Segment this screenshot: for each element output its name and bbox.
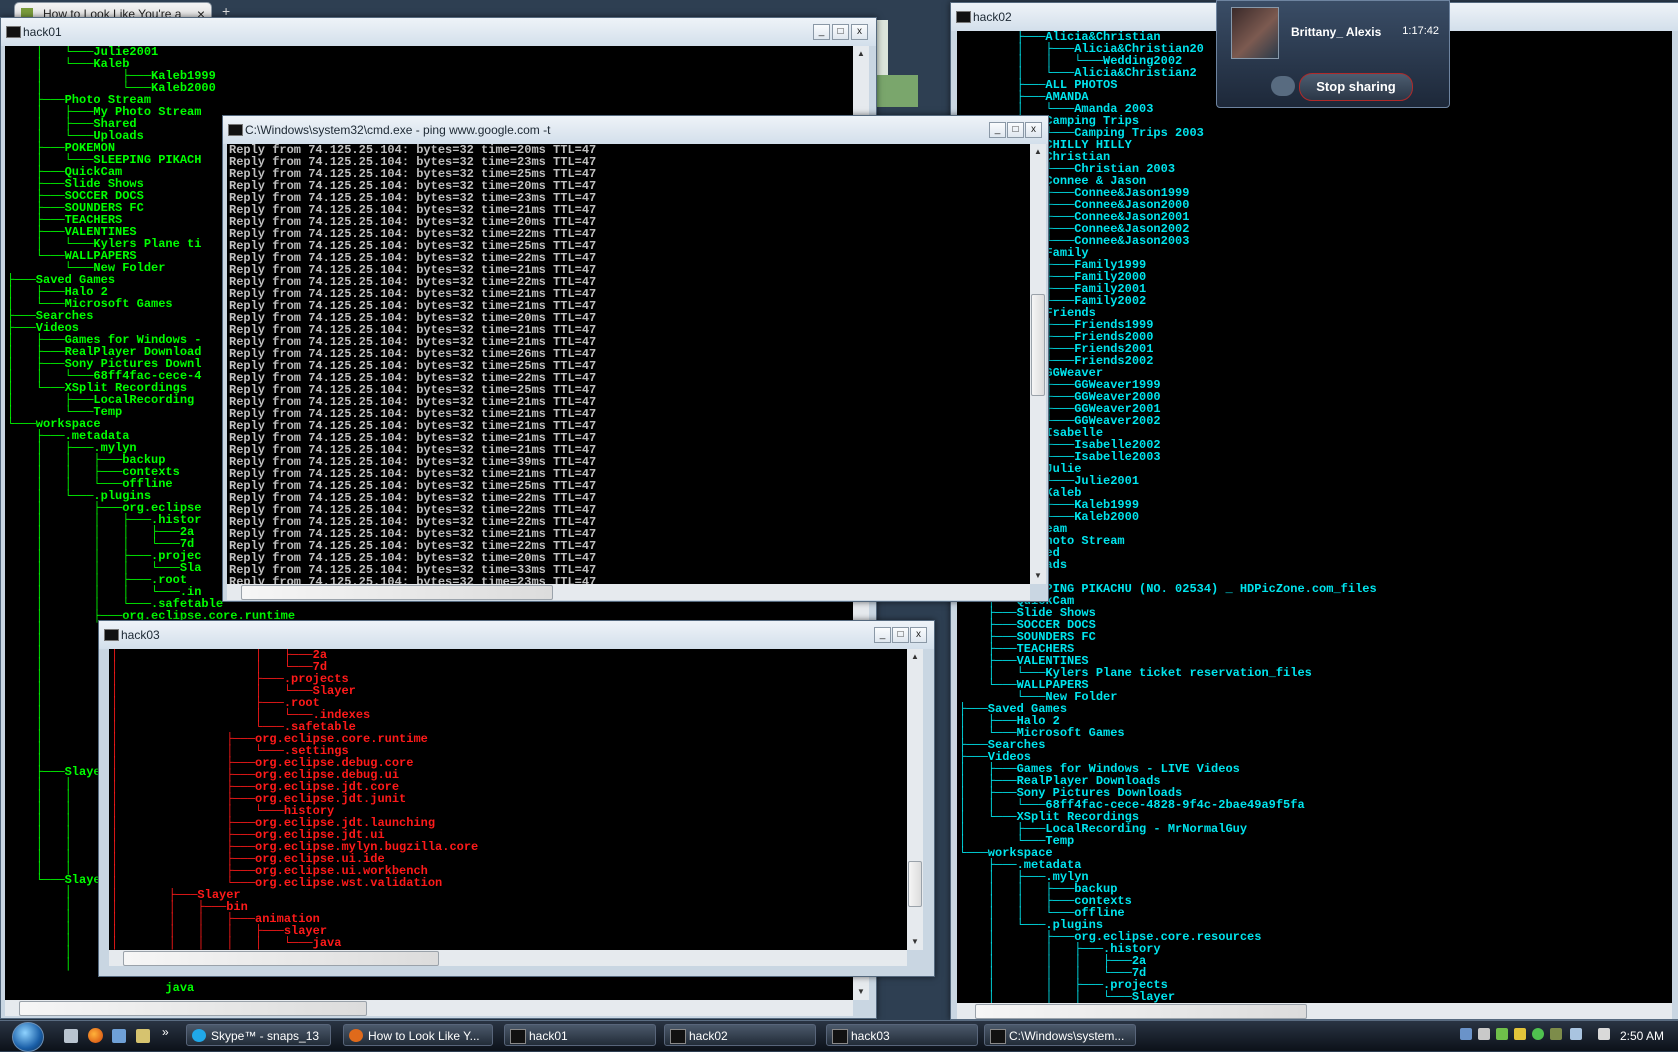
taskbar-item-cmd[interactable]: C:\Windows\system... — [984, 1024, 1136, 1046]
caller-name: Brittany_ Alexis — [1291, 25, 1382, 39]
cmd-titlebar[interactable]: C:\Windows\system32\cmd.exe - ping www.g… — [223, 116, 1048, 144]
network-icon[interactable] — [1570, 1028, 1582, 1040]
hack03-title: hack03 — [121, 628, 160, 642]
quick-launch-icon[interactable] — [64, 1029, 78, 1043]
console-icon — [990, 1029, 1006, 1044]
cmd-vscroll-thumb[interactable] — [1031, 294, 1045, 396]
skype-share-panel[interactable]: Brittany_ Alexis 1:17:42 Stop sharing — [1216, 0, 1450, 108]
scroll-down-icon[interactable]: ▼ — [1030, 568, 1046, 584]
hack02-title: hack02 — [973, 10, 1012, 24]
scroll-up-icon[interactable]: ▲ — [853, 46, 869, 62]
hack01-hscroll-thumb[interactable] — [19, 1001, 367, 1016]
quick-launch-icon[interactable] — [136, 1029, 150, 1043]
console-icon — [510, 1029, 526, 1044]
firefox-icon — [349, 1029, 363, 1042]
console-icon — [670, 1029, 686, 1044]
hack03-window[interactable]: hack03 _ □ x │ │ ├───2a │ │ └───7d │ ├──… — [98, 620, 935, 977]
cmd-title: C:\Windows\system32\cmd.exe - ping www.g… — [245, 123, 551, 137]
start-orb-icon[interactable] — [12, 1022, 44, 1052]
taskbar-item-label: hack02 — [689, 1029, 728, 1043]
console-icon — [104, 629, 119, 641]
tray-icon[interactable] — [1550, 1028, 1562, 1040]
maximize-icon[interactable]: □ — [1007, 122, 1024, 138]
tray-icon[interactable] — [1460, 1028, 1472, 1040]
cmd-hscroll[interactable] — [227, 584, 1030, 600]
tray-icon[interactable] — [1478, 1028, 1490, 1040]
hack02-text: ├───Alicia&Christian │ ├───Alicia&Christ… — [959, 31, 1377, 1003]
hack02-window[interactable]: hack02 ├───Alicia&Christian │ ├───Alicia… — [950, 2, 1678, 1020]
taskbar-item-label: hack03 — [851, 1029, 890, 1043]
taskbar-item-label: Skype™ - snaps_13 — [211, 1029, 320, 1043]
hack02-hscroll[interactable] — [957, 1003, 1672, 1019]
cmd-window[interactable]: C:\Windows\system32\cmd.exe - ping www.g… — [222, 115, 1049, 602]
taskbar-item-skype[interactable]: Skype™ - snaps_13 — [186, 1024, 331, 1046]
taskbar-item-label: How to Look Like Y... — [368, 1029, 480, 1043]
avatar — [1231, 7, 1279, 59]
close-icon[interactable]: x — [851, 24, 868, 40]
taskbar-item-hack02[interactable]: hack02 — [664, 1024, 816, 1046]
cmd-vscroll[interactable]: ▲ ▼ — [1030, 144, 1046, 584]
taskbar-item-label: C:\Windows\system... — [1009, 1029, 1125, 1043]
screen-share-icon[interactable] — [1271, 76, 1295, 96]
cmd-console[interactable]: Reply from 74.125.25.104: bytes=32 time=… — [227, 144, 1030, 584]
clock[interactable]: 2:50 AM — [1620, 1029, 1664, 1043]
taskbar-item-firefox[interactable]: How to Look Like Y... — [343, 1024, 493, 1046]
taskbar-item-hack03[interactable]: hack03 — [826, 1024, 978, 1046]
cmd-text: Reply from 74.125.25.104: bytes=32 time=… — [229, 144, 597, 584]
scroll-down-icon[interactable]: ▼ — [907, 934, 923, 950]
hack03-console[interactable]: │ │ ├───2a │ │ └───7d │ ├───.projects │ … — [109, 649, 907, 950]
console-icon — [6, 26, 21, 38]
hack01-titlebar[interactable]: hack01 _ □ x — [1, 18, 876, 46]
quick-launch-more-icon[interactable]: » — [162, 1025, 169, 1039]
hack03-vscroll[interactable]: ▲ ▼ — [907, 649, 923, 950]
hack03-hscroll-thumb[interactable] — [123, 951, 439, 966]
tray-icon[interactable] — [1532, 1028, 1544, 1040]
hack03-text: │ │ ├───2a │ │ └───7d │ ├───.projects │ … — [111, 649, 479, 950]
console-icon — [832, 1029, 848, 1044]
scroll-down-icon[interactable]: ▼ — [853, 984, 869, 1000]
close-icon[interactable]: x — [1025, 122, 1042, 138]
hack02-hscroll-thumb[interactable] — [975, 1004, 1307, 1019]
taskbar: » Skype™ - snaps_13 How to Look Like Y..… — [0, 1020, 1678, 1052]
volume-icon[interactable] — [1598, 1028, 1610, 1040]
minimize-icon[interactable]: _ — [874, 627, 891, 643]
taskbar-item-label: hack01 — [529, 1029, 568, 1043]
cmd-hscroll-thumb[interactable] — [241, 585, 553, 600]
hack01-hscroll[interactable] — [5, 1000, 853, 1016]
tray-icon[interactable] — [1514, 1028, 1526, 1040]
console-icon — [956, 11, 971, 23]
hack03-titlebar[interactable]: hack03 _ □ x — [99, 621, 934, 649]
console-icon — [228, 124, 243, 136]
maximize-icon[interactable]: □ — [832, 24, 849, 40]
minimize-icon[interactable]: _ — [989, 122, 1006, 138]
hack03-vscroll-thumb[interactable] — [908, 861, 922, 907]
close-icon[interactable]: x — [910, 627, 927, 643]
hack03-hscroll[interactable] — [109, 950, 907, 966]
tray-icon[interactable] — [1496, 1028, 1508, 1040]
quick-launch-icon[interactable] — [112, 1029, 126, 1043]
minimize-icon[interactable]: _ — [813, 24, 830, 40]
scroll-up-icon[interactable]: ▲ — [1030, 144, 1046, 160]
call-time: 1:17:42 — [1402, 25, 1439, 37]
stop-sharing-button[interactable]: Stop sharing — [1299, 73, 1413, 101]
firefox-icon[interactable] — [88, 1028, 103, 1043]
taskbar-item-hack01[interactable]: hack01 — [504, 1024, 656, 1046]
maximize-icon[interactable]: □ — [892, 627, 909, 643]
hack01-title: hack01 — [23, 25, 62, 39]
scroll-up-icon[interactable]: ▲ — [907, 649, 923, 665]
skype-icon — [192, 1029, 206, 1042]
hack02-console[interactable]: ├───Alicia&Christian │ ├───Alicia&Christ… — [957, 31, 1672, 1003]
stop-sharing-label: Stop sharing — [1316, 79, 1396, 94]
